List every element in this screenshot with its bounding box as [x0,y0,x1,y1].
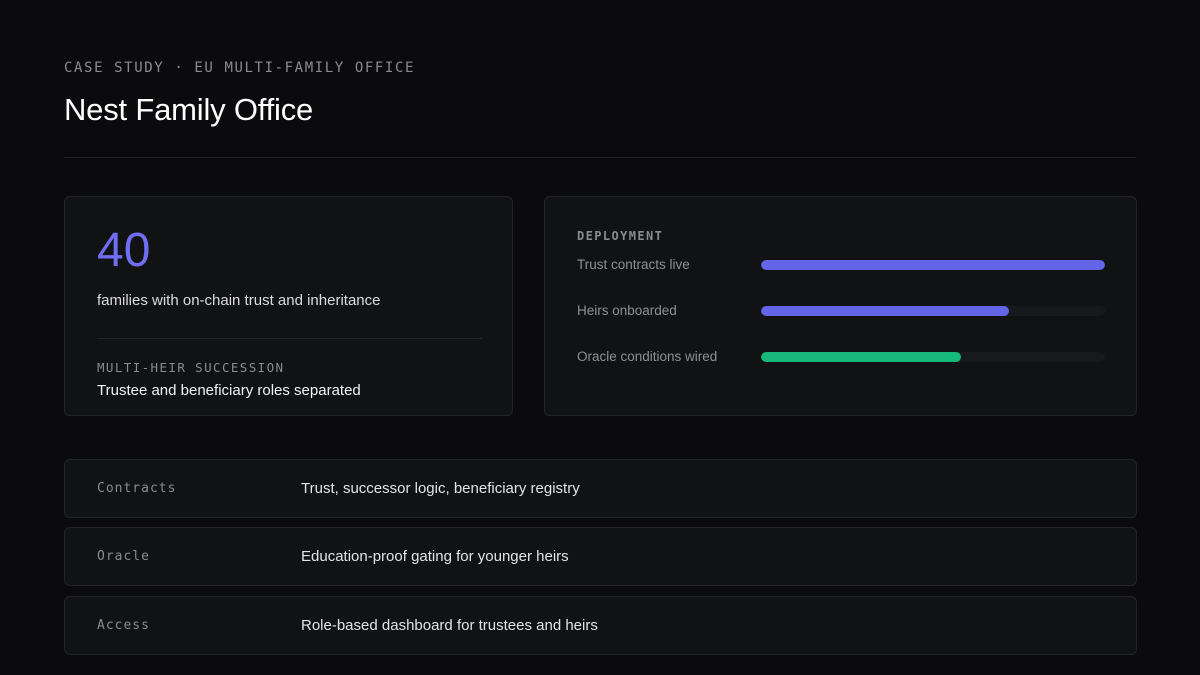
deployment-heading: DEPLOYMENT [577,229,664,243]
deployment-label: Heirs onboarded [577,303,677,318]
detail-value: Trust, successor logic, beneficiary regi… [301,480,580,497]
progress-fill [761,306,1009,316]
deployment-row-heirs-onboarded: Heirs onboarded [577,301,1105,321]
deployment-card: DEPLOYMENT Trust contracts live Heirs on… [544,196,1137,416]
succession-value: Trustee and beneficiary roles separated [97,382,361,399]
families-stat-card: 40 families with on-chain trust and inhe… [64,196,513,416]
case-study-eyebrow: CASE STUDY · EU MULTI-FAMILY OFFICE [64,60,416,76]
progress-track [761,306,1105,316]
detail-value: Education-proof gating for younger heirs [301,548,569,565]
page-title: Nest Family Office [64,92,314,127]
succession-label: MULTI-HEIR SUCCESSION [97,360,285,375]
detail-row-contracts: Contracts Trust, successor logic, benefi… [64,459,1137,518]
detail-key: Contracts [97,481,177,496]
deployment-row-oracle-conditions: Oracle conditions wired [577,347,1105,367]
detail-row-oracle: Oracle Education-proof gating for younge… [64,527,1137,586]
detail-key: Access [97,618,150,633]
detail-key: Oracle [97,549,150,564]
deployment-label: Trust contracts live [577,257,690,272]
deployment-row-trust-contracts: Trust contracts live [577,255,1105,275]
families-caption: families with on-chain trust and inherit… [97,292,381,309]
progress-fill [761,352,961,362]
progress-track [761,352,1105,362]
families-count: 40 [97,224,151,277]
detail-row-access: Access Role-based dashboard for trustees… [64,596,1137,655]
header-divider [64,157,1136,158]
deployment-label: Oracle conditions wired [577,349,718,364]
progress-fill [761,260,1105,270]
stat-divider [97,338,482,339]
progress-track [761,260,1105,270]
detail-value: Role-based dashboard for trustees and he… [301,617,598,634]
